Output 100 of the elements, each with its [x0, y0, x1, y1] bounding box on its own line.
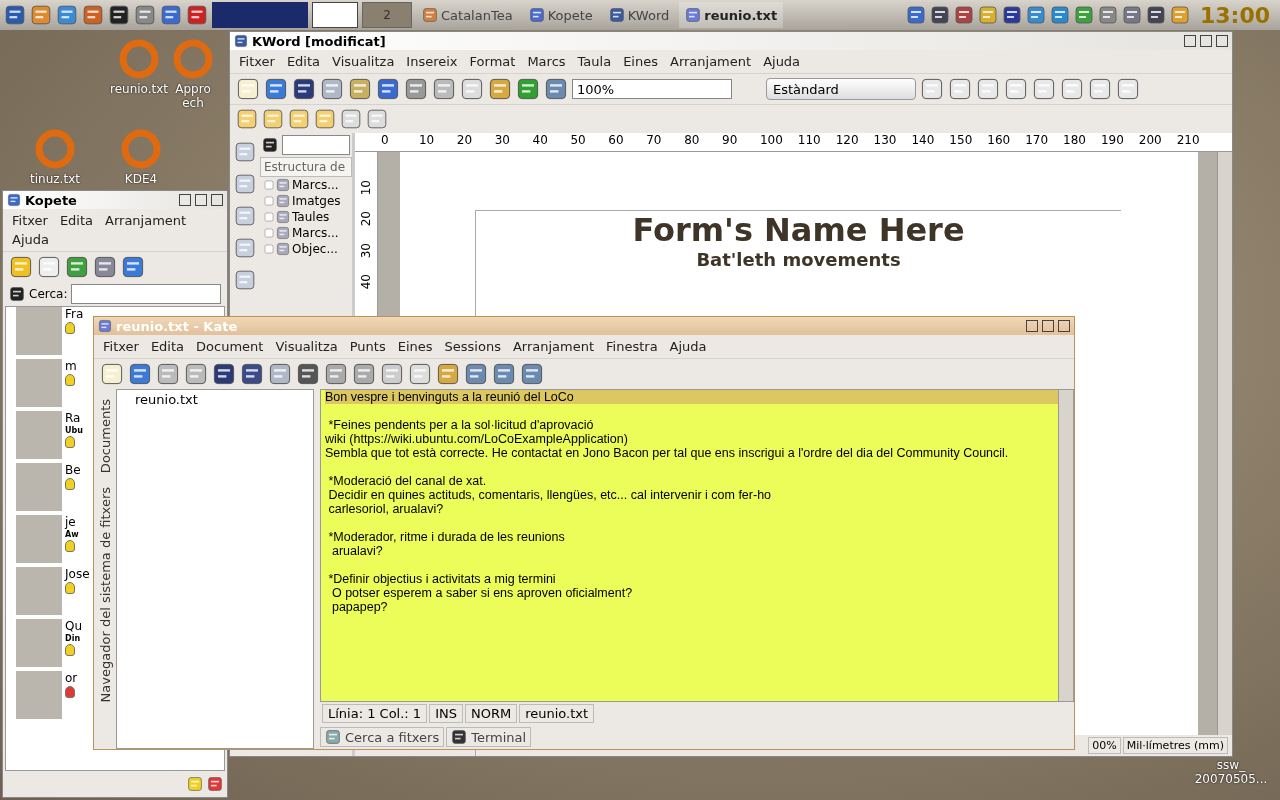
- contact-name[interactable]: je: [65, 515, 79, 529]
- text-line: Decidir en quines actituds, comentaris, llengües, etc... cal intervenir i com fer-ho: [327, 488, 773, 502]
- menu-item[interactable]: Visualitza: [270, 337, 343, 356]
- menu-item[interactable]: Document: [191, 337, 269, 356]
- status-field: INS: [429, 704, 463, 723]
- tree-item[interactable]: Objec...: [292, 242, 338, 256]
- tray-icon[interactable]: [1073, 5, 1094, 25]
- contact-status-text: Din: [65, 634, 82, 643]
- tray-icon[interactable]: [905, 5, 926, 25]
- menu-item[interactable]: Eines: [392, 337, 438, 356]
- clock: 13:00: [1198, 2, 1271, 28]
- menu-item[interactable]: Format: [464, 52, 521, 71]
- menu-item[interactable]: Edita: [281, 52, 326, 71]
- zoom-combo[interactable]: 100%: [572, 79, 732, 99]
- window-title: KWord [modificat]: [252, 33, 387, 49]
- ruler-number: 40: [359, 273, 373, 290]
- tree-item[interactable]: Marcs...: [292, 226, 339, 240]
- tray-icon[interactable]: [929, 5, 950, 25]
- menu-item[interactable]: Fitxer: [98, 337, 144, 356]
- tray-icon[interactable]: [1025, 5, 1046, 25]
- menu-item[interactable]: Eines: [618, 52, 663, 71]
- tool-tab[interactable]: Cerca a fitxers: [320, 727, 445, 747]
- avatar-placeholder: [16, 463, 62, 511]
- menu-item[interactable]: Arranjament: [100, 211, 192, 230]
- contact-name[interactable]: Jose: [65, 567, 90, 581]
- menu-item[interactable]: Visualitza: [327, 52, 400, 71]
- tree-item[interactable]: Imatges: [292, 194, 341, 208]
- taskbar-task[interactable]: CatalanTea: [416, 2, 519, 28]
- minimize-button[interactable]: [179, 194, 191, 206]
- avatar-placeholder: [16, 411, 62, 459]
- ruler-number: 110: [797, 133, 822, 149]
- search-field[interactable]: [71, 284, 221, 304]
- maximize-button[interactable]: [1200, 35, 1212, 47]
- filter-field[interactable]: [282, 135, 350, 155]
- contact-name[interactable]: m: [65, 359, 77, 373]
- menu-item[interactable]: Edita: [54, 211, 99, 230]
- tray-icon[interactable]: [1001, 5, 1022, 25]
- scrollbar[interactable]: [1217, 152, 1232, 735]
- status-field: Línia: 1 Col.: 1: [322, 704, 428, 723]
- file-list-item[interactable]: reunio.txt: [135, 392, 295, 407]
- taskbar-task[interactable]: reunio.txt: [679, 2, 784, 28]
- menu-item[interactable]: Ajuda: [7, 230, 54, 249]
- text-line: carlesoriol, arualavi?: [327, 502, 445, 516]
- avatar-placeholder: [16, 359, 62, 407]
- menu-item[interactable]: Edita: [145, 337, 190, 356]
- menu-item[interactable]: Marcs: [522, 52, 571, 71]
- contact-name[interactable]: Fra: [65, 307, 84, 321]
- menu-item[interactable]: Taula: [572, 52, 617, 71]
- menu-item[interactable]: Fitxer: [234, 52, 280, 71]
- menu-item[interactable]: Ajuda: [758, 52, 806, 71]
- taskbar-task[interactable]: Kopete: [522, 2, 599, 28]
- maximize-button[interactable]: [1042, 320, 1054, 332]
- window-icon: [422, 7, 438, 23]
- menu-item[interactable]: Punts: [344, 337, 391, 356]
- desktop-icon-label[interactable]: tinuz.txt: [30, 172, 80, 186]
- text-line: papapep?: [330, 600, 389, 614]
- close-button[interactable]: [1058, 320, 1070, 332]
- tree-item[interactable]: Marcs...: [292, 178, 339, 192]
- tray-icon[interactable]: [1121, 5, 1142, 25]
- text-line: *Moderador, ritme i durada de les reunions: [327, 530, 566, 544]
- ruler-number: 130: [873, 133, 898, 149]
- app-icon: [234, 34, 248, 48]
- tray-icon[interactable]: [953, 5, 974, 25]
- tray-icon[interactable]: [1049, 5, 1070, 25]
- side-tab[interactable]: Documents: [97, 395, 113, 478]
- menu-item[interactable]: Insereix: [401, 52, 463, 71]
- side-tab[interactable]: Navegador del sistema de fitxers: [97, 483, 113, 707]
- structure-header[interactable]: Estructura de: [260, 157, 352, 177]
- app-icon: [98, 319, 112, 333]
- tool-tab[interactable]: Terminal: [446, 727, 532, 747]
- minimize-button[interactable]: [1026, 320, 1038, 332]
- tray-icon[interactable]: [1145, 5, 1166, 25]
- tray-icon[interactable]: [1169, 5, 1190, 25]
- menu-item[interactable]: Finestra: [601, 337, 663, 356]
- close-button[interactable]: [211, 194, 223, 206]
- tray-icon[interactable]: [977, 5, 998, 25]
- desktop-icon-label[interactable]: ssw_ 20070505...: [1194, 758, 1268, 786]
- menu-item[interactable]: Ajuda: [664, 337, 712, 356]
- contact-name[interactable]: Be: [65, 463, 81, 477]
- tray-icon[interactable]: [1097, 5, 1118, 25]
- contact-name[interactable]: Ra: [65, 411, 83, 425]
- desktop-icon-label[interactable]: reunio.txt: [109, 82, 169, 96]
- desktop-icon-label[interactable]: Appro ech: [175, 82, 211, 110]
- text-editor[interactable]: [321, 390, 1058, 701]
- menu-item[interactable]: Arranjament: [507, 337, 600, 356]
- maximize-button[interactable]: [195, 194, 207, 206]
- menu-item[interactable]: Fitxer: [7, 211, 53, 230]
- close-button[interactable]: [1216, 35, 1228, 47]
- ruler-number: 20: [359, 211, 373, 227]
- menu-item[interactable]: Sessions: [439, 337, 506, 356]
- taskbar-task[interactable]: KWord: [602, 2, 676, 28]
- menu-item[interactable]: Arranjament: [665, 52, 757, 71]
- desktop-icon-label[interactable]: KDE4: [124, 172, 158, 186]
- style-combo[interactable]: Estàndard: [766, 78, 916, 100]
- scrollbar[interactable]: [1058, 390, 1073, 701]
- contact-name[interactable]: Qu: [65, 619, 83, 633]
- contact-name[interactable]: or: [65, 671, 78, 685]
- text-line: Sembla que tot està correcte. He contactat en Jono Bacon per tal que ens inscrigui a l'ordre del dia del Community Council.: [325, 446, 1010, 460]
- tree-item[interactable]: Taules: [292, 210, 330, 224]
- minimize-button[interactable]: [1184, 35, 1196, 47]
